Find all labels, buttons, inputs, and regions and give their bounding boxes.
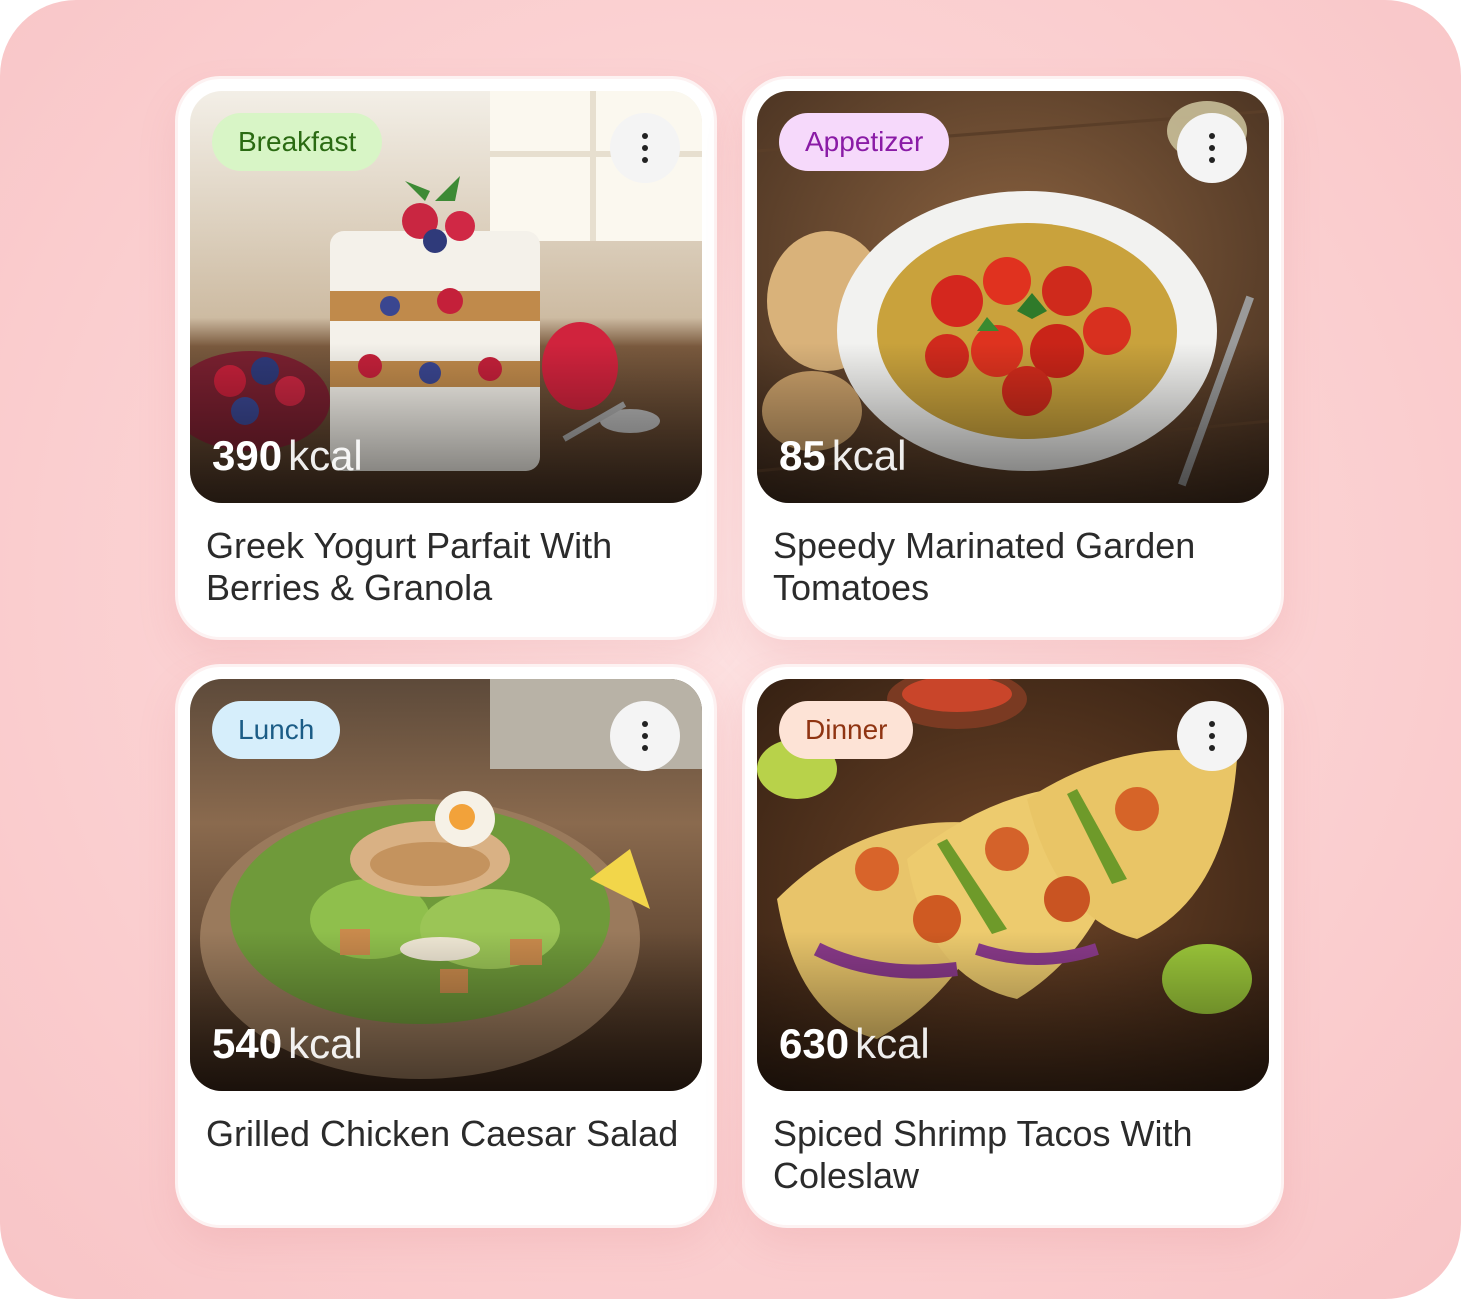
calorie-unit: kcal — [855, 1020, 930, 1067]
more-vertical-icon[interactable] — [610, 113, 680, 183]
recipe-title[interactable]: Greek Yogurt Parfait With Berries & Gran… — [206, 525, 696, 609]
calorie-unit: kcal — [288, 432, 363, 479]
category-tag: Lunch — [212, 701, 341, 759]
recipe-card-lunch[interactable]: Lunch 540 kcal Grilled Chicken Caesar Sal… — [178, 667, 714, 1225]
recipe-card-appetizer[interactable]: Appetizer 85 kcal Speedy Marinated Garden… — [745, 79, 1281, 637]
category-tag: Dinner — [779, 701, 914, 759]
more-vertical-icon[interactable] — [1177, 113, 1247, 183]
category-tag: Appetizer — [779, 113, 950, 171]
calorie-count: 390 kcal — [212, 431, 363, 481]
recipe-image: Appetizer 85 kcal — [757, 91, 1269, 503]
recipe-title[interactable]: Grilled Chicken Caesar Salad — [206, 1113, 696, 1155]
recipe-image: Dinner 630 kcal — [757, 679, 1269, 1091]
calorie-count: 85 kcal — [779, 431, 906, 481]
calorie-value: 85 — [779, 432, 826, 479]
more-vertical-icon[interactable] — [610, 701, 680, 771]
calorie-count: 540 kcal — [212, 1019, 363, 1069]
recipe-title[interactable]: Speedy Marinated Garden Tomatoes — [773, 525, 1263, 609]
calorie-count: 630 kcal — [779, 1019, 930, 1069]
calorie-value: 540 — [212, 1020, 283, 1067]
calorie-value: 630 — [779, 1020, 850, 1067]
recipe-card-breakfast[interactable]: Breakfast 390 kcal Greek Yogurt Parfait W… — [178, 79, 714, 637]
category-tag: Breakfast — [212, 113, 383, 171]
calorie-unit: kcal — [831, 432, 907, 479]
calorie-unit: kcal — [288, 1020, 363, 1067]
recipe-title[interactable]: Spiced Shrimp Tacos With Coleslaw — [773, 1113, 1263, 1197]
recipe-image: Lunch 540 kcal — [190, 679, 702, 1091]
recipe-image: Breakfast 390 kcal — [190, 91, 702, 503]
recipe-card-dinner[interactable]: Dinner 630 kcal Spiced Shrimp Tacos With … — [745, 667, 1281, 1225]
calorie-value: 390 — [212, 432, 283, 479]
more-vertical-icon[interactable] — [1177, 701, 1247, 771]
